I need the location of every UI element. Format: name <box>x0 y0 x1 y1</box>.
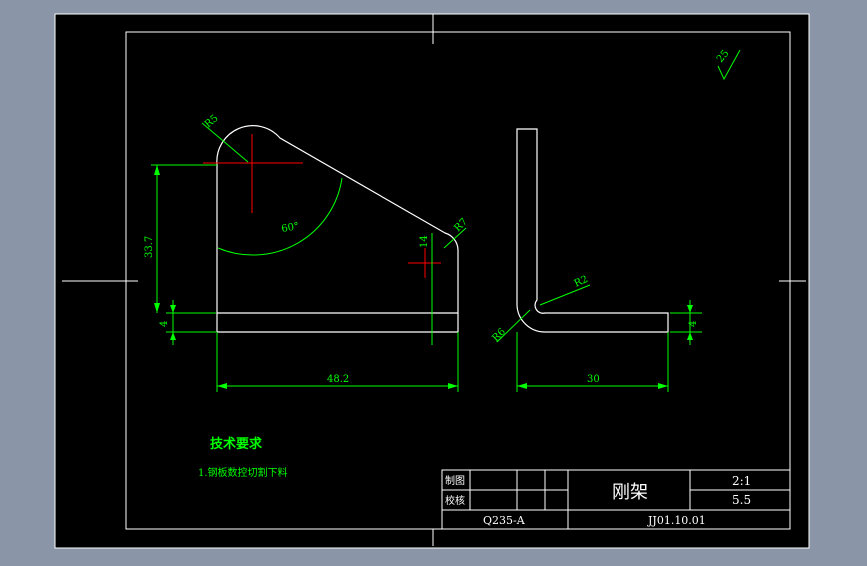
cad-viewport: R5 60° 33.7 4 14 R7 48.2 R2 R6 4 30 25 技… <box>0 0 867 562</box>
label-checked: 校核 <box>445 494 465 507</box>
part-name: 刚架 <box>612 482 648 503</box>
material-value: Q235-A <box>483 514 526 527</box>
label-drawn: 制图 <box>445 474 465 487</box>
tech-req-heading: 技术要求 <box>210 436 263 452</box>
dim-14: 14 <box>419 235 430 248</box>
dim-30: 30 <box>587 374 600 385</box>
dim-thickness-right: 4 <box>688 321 699 327</box>
dim-33-7: 33.7 <box>144 236 155 258</box>
scale-value: 2:1 <box>732 474 751 488</box>
weight-value: 5.5 <box>732 493 751 507</box>
tech-req-item-1: 1.钢板数控切割下料 <box>198 466 288 479</box>
drawing-canvas: R5 60° 33.7 4 14 R7 48.2 R2 R6 4 30 25 技… <box>54 13 810 549</box>
dim-48-2: 48.2 <box>327 374 349 385</box>
dim-thickness-left: 4 <box>159 321 170 327</box>
drawing-number: JJ01.10.01 <box>647 514 706 527</box>
